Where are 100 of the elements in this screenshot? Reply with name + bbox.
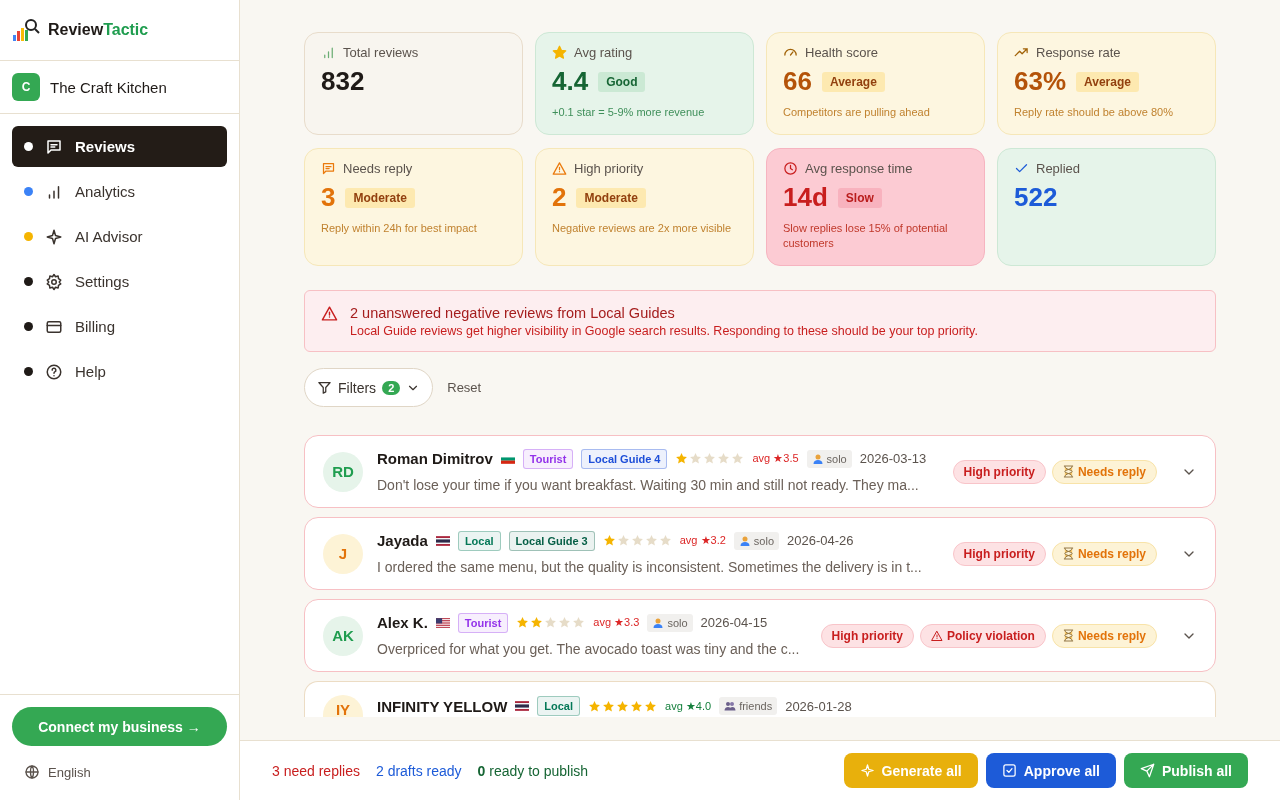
reviewer-avatar: J <box>323 533 363 574</box>
star-icon <box>530 616 544 629</box>
star-icon <box>717 452 731 465</box>
flag-icon <box>515 701 530 711</box>
stat-label: Avg response time <box>805 161 913 176</box>
star-icon <box>644 699 658 713</box>
reviewer-tag: Local Guide 3 <box>508 530 595 551</box>
stat-badge: Good <box>598 71 646 92</box>
reviewer-avatar: RD <box>323 451 363 492</box>
need-replies-count: 3 need replies <box>272 762 360 779</box>
group-tag: solo <box>733 531 780 550</box>
stat-badge: Moderate <box>576 187 646 208</box>
nav-item[interactable]: Help <box>12 351 227 392</box>
status-badge: Needs reply <box>1051 459 1157 484</box>
star-icon <box>602 699 616 713</box>
hourglass-icon <box>1062 465 1074 478</box>
group-tag: solo <box>647 613 693 632</box>
group-tag: solo <box>806 449 852 468</box>
stat-value: 4.4 <box>552 66 589 97</box>
star-icon <box>703 452 717 465</box>
nav-item[interactable]: Reviews <box>12 126 227 167</box>
star-icon <box>552 45 567 60</box>
reviewer-tag: Tourist <box>457 612 509 633</box>
review-card[interactable]: IY INFINITY YELLOW Local avg ★4.0 friends 2026-01-28 <box>304 681 1216 717</box>
nav-item[interactable]: Analytics <box>12 171 227 212</box>
bar-chart-icon <box>321 45 336 60</box>
stat-value: 63% <box>1014 66 1067 97</box>
checkbox-icon <box>1001 763 1017 778</box>
nav-item[interactable]: AI Advisor <box>12 216 227 257</box>
person-icon <box>652 616 665 629</box>
stat-badge: Slow <box>837 187 882 208</box>
review-card[interactable]: J Jayada Local Local Guide 3 avg ★3.2 solo 2026-04-26 I ordered the same menu, but the quality is inconsistent. Sometimes the delivery is in t... High priority Needs reply <box>304 517 1216 590</box>
review-date: 2026-04-15 <box>700 615 768 630</box>
status-badge: Needs reply <box>1051 623 1157 648</box>
group-tag: friends <box>719 697 778 715</box>
filter-icon <box>317 380 332 395</box>
brand-name: ReviewTactic <box>48 21 149 39</box>
stat-label: Needs reply <box>343 161 413 176</box>
business-name: The Craft Kitchen <box>50 78 167 96</box>
nav-item[interactable]: Billing <box>12 306 227 347</box>
status-badge: Needs reply <box>1051 541 1157 566</box>
stat-label: Avg rating <box>574 45 633 60</box>
average-rating: avg ★3.3 <box>593 616 640 629</box>
language-label[interactable]: English <box>48 764 91 780</box>
average-rating: avg ★3.5 <box>752 452 799 465</box>
hourglass-icon <box>1062 547 1074 560</box>
review-date: 2026-04-26 <box>787 533 854 548</box>
nav-item[interactable]: Settings <box>12 261 227 302</box>
reviewer-avatar: IY <box>323 695 363 717</box>
business-avatar: C <box>12 73 40 101</box>
star-icon <box>516 616 530 629</box>
approve-button[interactable]: Approve all <box>985 753 1116 788</box>
star-icon <box>616 699 630 713</box>
status-badge: High priority <box>952 541 1046 566</box>
star-icon <box>572 616 586 629</box>
sparkle-icon <box>45 227 63 246</box>
stat-label: Replied <box>1036 161 1081 176</box>
reviewer-tag: Tourist <box>522 448 574 469</box>
star-icon <box>602 534 616 547</box>
stat-value: 3 <box>321 182 336 213</box>
average-rating: avg ★3.2 <box>679 534 726 547</box>
warning-icon <box>552 161 567 176</box>
stat-note: Negative reviews are 2x more visible <box>552 221 733 236</box>
star-icon <box>630 534 644 547</box>
stat-note: Reply rate should be above 80% <box>1014 105 1174 120</box>
stat-label: Total reviews <box>343 45 419 60</box>
star-icon <box>689 452 703 465</box>
review-text: I ordered the same menu, but the quality is inconsistent. Sometimes the delivery is in t... <box>377 557 922 577</box>
reviewer-tag: Local Guide 4 <box>581 448 668 469</box>
star-icon <box>644 534 658 547</box>
person-icon <box>811 452 824 465</box>
star-icon <box>630 699 644 713</box>
review-date: 2026-03-13 <box>859 451 927 466</box>
stat-badge: Average <box>1076 71 1139 92</box>
stat-badge: Moderate <box>345 187 415 208</box>
review-card[interactable]: AK Alex K. Tourist avg ★3.3 solo 2026-04-15 Overpriced for what you get. The avocado toast was tiny and the c... High priority Policy violation Needs reply <box>304 599 1216 672</box>
review-card[interactable]: RD Roman Dimitrov Tourist Local Guide 4 avg ★3.5 solo 2026-03-13 Don't lose your time if you want breakfast. Waiting 30 min and still not ready. They ma... High priority Needs reply <box>304 435 1216 508</box>
star-icon <box>588 699 602 713</box>
star-icon <box>544 616 558 629</box>
flag-icon <box>435 617 450 628</box>
globe-icon <box>24 764 40 780</box>
reviewer-name: INFINITY YELLOW <box>377 697 508 715</box>
publish-count: 0 ready to publish <box>477 762 589 779</box>
reviewer-avatar: AK <box>323 615 363 656</box>
average-rating: avg ★4.0 <box>665 699 712 713</box>
reviewer-name: Roman Dimitrov <box>377 450 493 467</box>
stat-value: 522 <box>1014 182 1058 213</box>
person-icon <box>738 534 751 547</box>
star-icon <box>558 616 572 629</box>
hourglass-icon <box>1062 629 1074 642</box>
stat-note: +0.1 star = 5-9% more revenue <box>552 105 706 120</box>
status-badge: High priority <box>820 623 914 648</box>
filter-count: 2 <box>382 380 401 395</box>
filters-button[interactable]: Filters 2 <box>304 368 434 407</box>
reviewer-name: Alex K. <box>377 614 428 631</box>
reset-link[interactable]: Reset <box>441 379 488 396</box>
status-badge: High priority <box>952 459 1046 484</box>
star-icon <box>675 452 689 465</box>
warning-icon <box>321 305 338 322</box>
sparkle-icon <box>859 763 875 778</box>
